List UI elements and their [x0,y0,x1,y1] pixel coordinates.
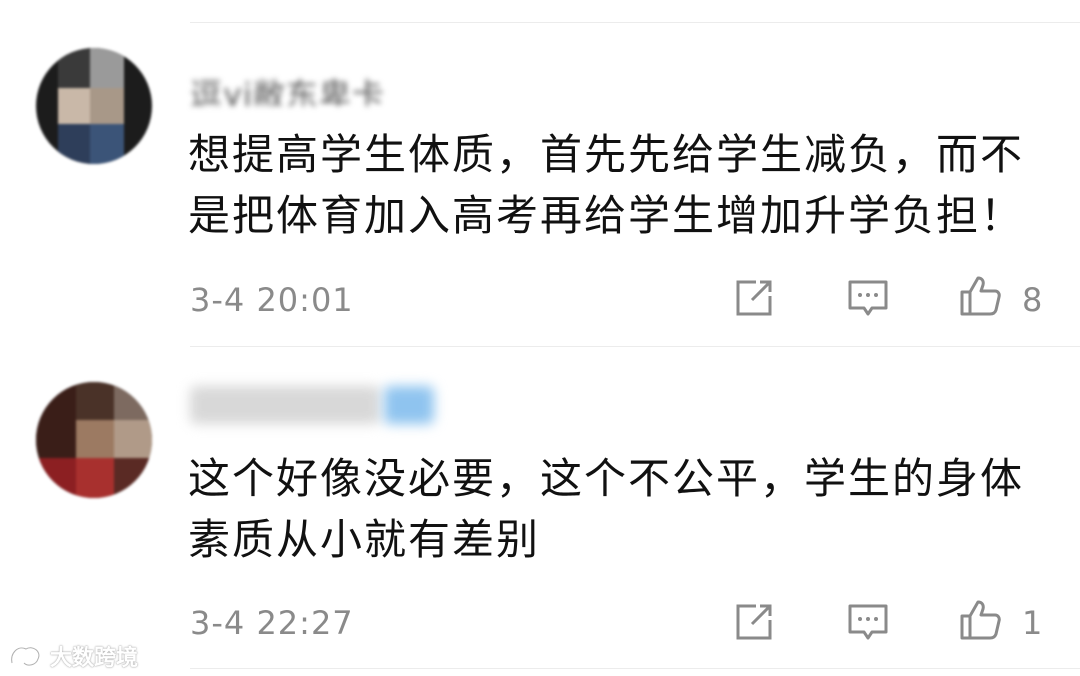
like-count: 8 [1022,281,1043,319]
watermark: 大数跨境 [8,640,138,672]
comment-text: 想提高学生体质，首先先给学生减负，而不是把体育加入高考再给学生增加升学负担！ [188,130,1025,240]
like-count: 1 [1022,604,1043,642]
comment-text: 这个好像没必要，这个不公平，学生的身体素质从小就有差别 [188,454,1025,564]
share-icon[interactable] [732,276,776,320]
comment-icon[interactable] [846,276,890,320]
comment-icon[interactable] [846,600,890,644]
watermark-logo-icon [10,646,41,667]
bottom-divider [190,668,1080,669]
user-badge [384,386,434,424]
timestamp: 3-4 22:27 [190,604,354,642]
timestamp: 3-4 20:01 [190,281,354,319]
watermark-text: 大数跨境 [50,646,139,671]
top-divider [190,22,1080,23]
username[interactable]: 逗yi敝东卑卡 [190,70,410,106]
avatar[interactable] [36,382,152,498]
avatar[interactable] [36,48,152,164]
username[interactable] [190,386,380,424]
thumbs-up-icon[interactable] [958,274,1002,318]
share-icon[interactable] [732,600,776,644]
comment-divider [190,346,1080,347]
thumbs-up-icon[interactable] [958,598,1002,642]
